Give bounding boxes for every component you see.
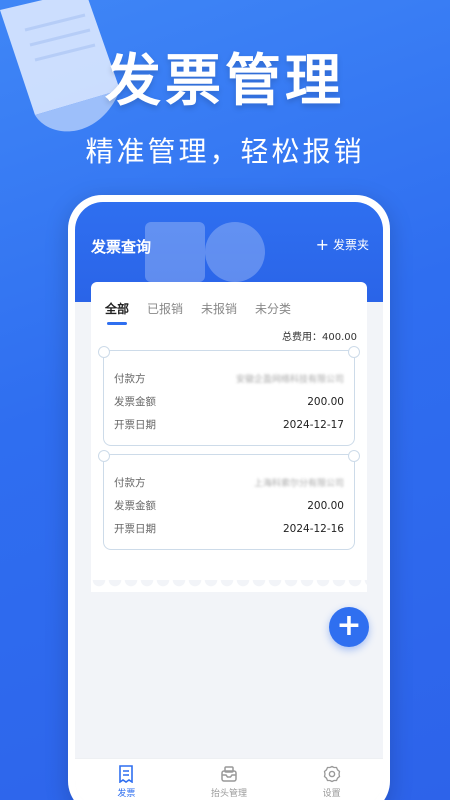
add-invoice-button[interactable]: + — [329, 607, 369, 647]
total-label: 总费用： — [282, 332, 322, 343]
bottom-tab-bar: 发票 抬头管理 设置 — [75, 758, 383, 800]
payer-label: 付款方 — [114, 373, 146, 385]
date-value: 2024-12-17 — [282, 418, 344, 431]
tabbar-label: 设置 — [322, 789, 341, 799]
app-screen: 发票查询 + 发票夹 全部 已报销 未报销 未分类 总费用：400.00 付款方… — [75, 202, 383, 800]
tabbar-label: 发票 — [117, 789, 136, 799]
tab-all[interactable]: 全部 — [105, 300, 129, 325]
tab-reimbursed[interactable]: 已报销 — [147, 300, 183, 325]
page-title: 发票查询 — [91, 238, 152, 256]
date-value: 2024-12-16 — [282, 522, 344, 535]
payer-label: 付款方 — [114, 477, 146, 489]
gear-icon — [323, 765, 340, 783]
tabbar-item-settings[interactable]: 设置 — [292, 765, 372, 799]
invoice-item[interactable]: 付款方 安徽企盈网络科技有限公司 发票金额 200.00 开票日期 2024-1… — [98, 346, 360, 446]
filter-tabs: 全部 已报销 未报销 未分类 — [105, 300, 291, 325]
invoice-folder-label: 发票夹 — [332, 238, 369, 252]
tabbar-item-invoice[interactable]: 发票 — [86, 765, 166, 799]
total-expense: 总费用：400.00 — [282, 328, 357, 343]
invoice-item[interactable]: 付款方 上海科索尔分有限公司 发票金额 200.00 开票日期 2024-12-… — [98, 450, 360, 550]
hero-subtitle: 精准管理，轻松报销 — [85, 135, 365, 168]
inbox-icon — [221, 766, 237, 782]
payer-value: 上海科索尔分有限公司 — [253, 479, 344, 489]
tab-not-reimbursed[interactable]: 未报销 — [201, 300, 237, 325]
date-label: 开票日期 — [114, 419, 156, 431]
date-label: 开票日期 — [114, 523, 156, 535]
invoice-folder-button[interactable]: + 发票夹 — [316, 236, 369, 253]
amount-label: 发票金额 — [114, 396, 156, 408]
plus-icon: + — [336, 607, 362, 643]
phone-frame: 发票查询 + 发票夹 全部 已报销 未报销 未分类 总费用：400.00 付款方… — [68, 195, 390, 800]
amount-value: 200.00 — [307, 499, 344, 512]
card-scalloped-edge — [91, 580, 367, 592]
invoice-icon — [119, 765, 134, 783]
invoice-list-card: 全部 已报销 未报销 未分类 总费用：400.00 付款方 安徽企盈网络科技有限… — [91, 282, 367, 592]
plus-icon: + — [315, 234, 329, 254]
payer-value: 安徽企盈网络科技有限公司 — [235, 375, 344, 385]
amount-value: 200.00 — [307, 395, 344, 408]
tab-uncategorized[interactable]: 未分类 — [255, 300, 291, 325]
total-value: 400.00 — [322, 332, 357, 343]
amount-label: 发票金额 — [114, 500, 156, 512]
tabbar-label: 抬头管理 — [210, 789, 247, 799]
tabbar-item-header-management[interactable]: 抬头管理 — [189, 765, 269, 799]
hero-title: 发票管理 — [105, 49, 345, 114]
